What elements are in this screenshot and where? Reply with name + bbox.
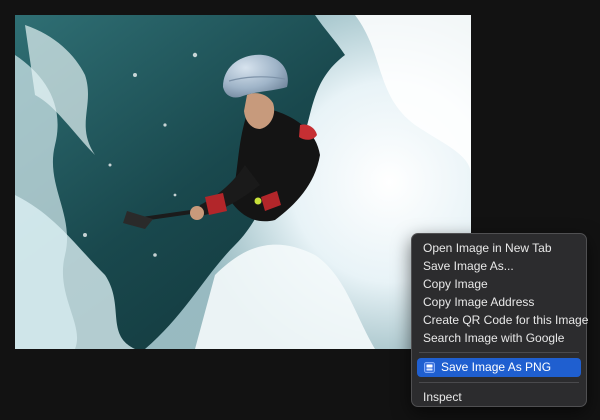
menu-item-label: Save Image As PNG <box>441 360 552 374</box>
menu-item-search-image-google[interactable]: Search Image with Google <box>417 329 581 347</box>
content-image[interactable] <box>15 15 471 349</box>
menu-item-copy-image-address[interactable]: Copy Image Address <box>417 293 581 311</box>
image-context-menu: Open Image in New Tab Save Image As... C… <box>411 233 588 407</box>
menu-divider <box>419 382 579 383</box>
menu-item-open-image-new-tab[interactable]: Open Image in New Tab <box>417 239 581 257</box>
menu-item-save-image-as[interactable]: Save Image As... <box>417 257 581 275</box>
menu-divider <box>419 352 579 353</box>
menu-item-inspect[interactable]: Inspect <box>417 388 581 406</box>
menu-item-create-qr-code[interactable]: Create QR Code for this Image <box>417 311 588 329</box>
menu-item-copy-image[interactable]: Copy Image <box>417 275 581 293</box>
whitewater-photo-illustration <box>15 15 471 349</box>
extension-icon <box>424 362 435 373</box>
menu-item-save-image-as-png[interactable]: Save Image As PNG <box>417 358 581 377</box>
